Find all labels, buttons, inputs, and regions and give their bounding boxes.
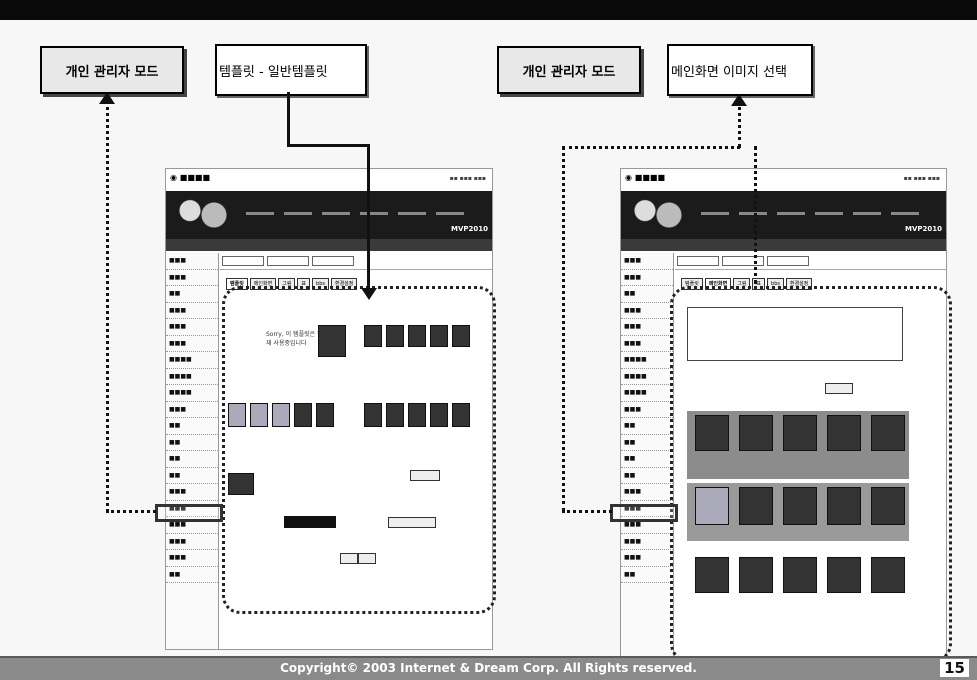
left-mascot-image [172,193,232,237]
right-mascot-image [627,193,687,237]
left-content-highlight [222,286,496,614]
top-bar [0,0,977,20]
right-menu [701,209,938,219]
right-subbar [621,239,946,251]
left-menu [246,209,484,219]
left-desc-text: 템플릿 - 일반템플릿 [219,64,328,80]
left-desc-label: 템플릿 - 일반템플릿 [215,44,367,96]
left-top-nav: ▪▪ ▪▪▪ ▪▪▪ [449,175,486,182]
left-dotted-vertical [106,94,109,512]
left-brand: MVP2010 [451,225,488,233]
right-search-bar [675,253,946,270]
left-solid-vertical-1 [287,92,290,146]
copyright-text: Copyright© 2003 Internet & Dream Corp. A… [280,661,697,675]
right-mode-text: 개인 관리자 모드 [522,64,616,80]
slide-canvas: 개인 관리자 모드 템플릿 - 일반템플릿 개인 관리자 모드 메인화면 이미지… [0,20,977,662]
right-mode-label: 개인 관리자 모드 [497,46,641,94]
left-arrow-up-icon [99,92,115,104]
right-desc-text: 메인화면 이미지 선택 [671,64,787,80]
right-dotted-up [738,100,741,148]
left-solid-horizontal [287,144,369,147]
page-number: 15 [940,659,969,677]
left-subbar [166,239,492,251]
right-desc-label: 메인화면 이미지 선택 [667,44,813,96]
left-mode-label: 개인 관리자 모드 [40,46,184,94]
right-arrow-up-icon [731,94,747,106]
right-top-nav: ▪▪ ▪▪▪ ▪▪▪ [903,175,940,182]
right-sidebar-highlight [610,504,678,522]
right-dotted-mid [754,146,757,284]
right-dotted-vertical [562,146,565,512]
left-solid-vertical-2 [367,144,370,292]
footer: Copyright© 2003 Internet & Dream Corp. A… [0,656,977,680]
left-dotted-horizontal [106,510,156,513]
left-search-bar [220,253,492,270]
left-mode-text: 개인 관리자 모드 [65,64,159,80]
right-dotted-horizontal [562,510,612,513]
left-arrow-down-icon [361,288,377,300]
right-logo: ◉ ■■■■ [625,173,665,182]
right-dotted-top [562,146,740,149]
right-content-highlight [670,286,952,662]
right-brand: MVP2010 [905,225,942,233]
right-sidebar: ■■■ ■■■ ■■ ■■■ ■■■ ■■■ ■■■■ ■■■■ ■■■■ ■■■ ■■ ■■ ■■ ■■… [621,253,674,657]
left-sidebar-highlight [155,504,223,522]
left-sidebar: ■■■ ■■■ ■■ ■■■ ■■■ ■■■ ■■■■ ■■■■ ■■■■ ■■■ ■■ ■■ ■■ ■■… [166,253,219,649]
left-logo: ◉ ■■■■ [170,173,210,182]
